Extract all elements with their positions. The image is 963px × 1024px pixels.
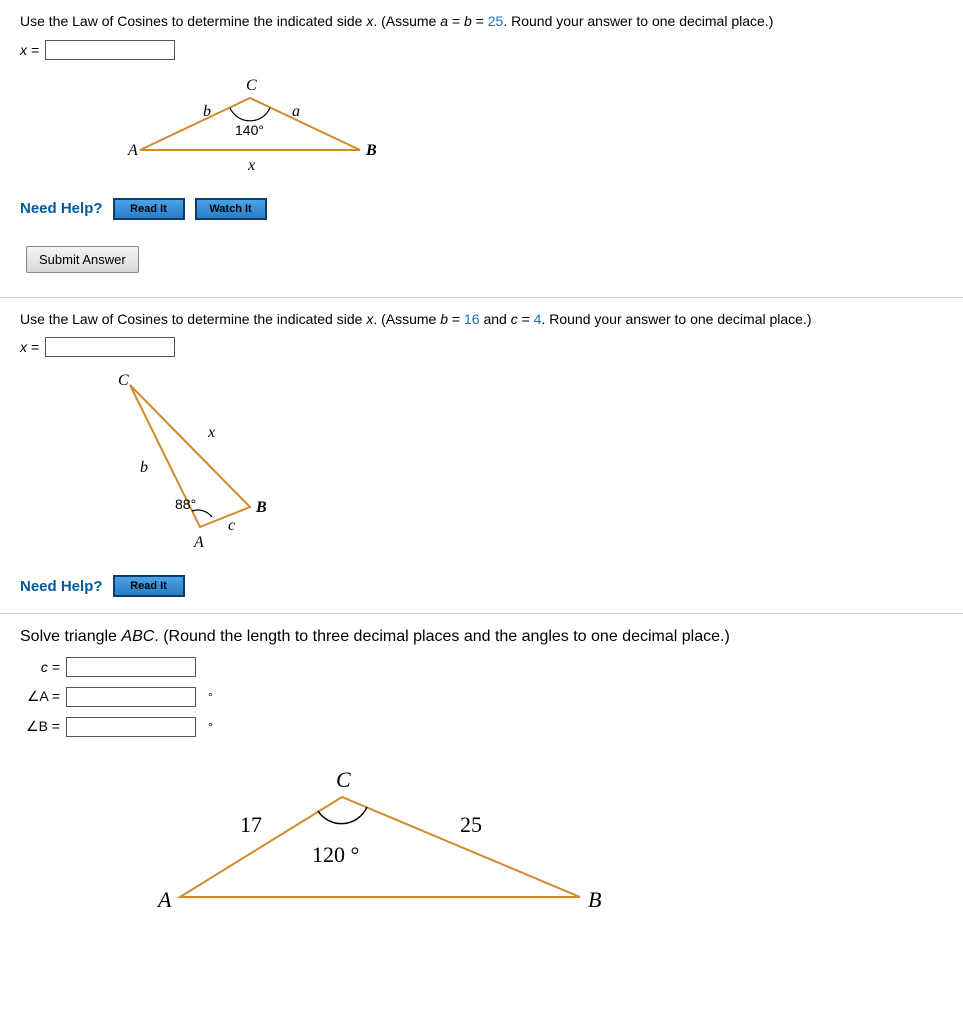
q2-help-row: Need Help? Read It [20, 575, 943, 597]
degree-symbol: ° [208, 720, 213, 734]
label-B: B [365, 142, 377, 159]
label-side-x: x [247, 157, 255, 174]
label-C: C [118, 372, 129, 389]
text: = [448, 13, 464, 29]
c-label: c = [20, 659, 60, 675]
text: and [480, 311, 511, 327]
label-A: A [156, 887, 172, 912]
q3-A-row: ∠A = ° [20, 687, 943, 707]
label-side-x: x [207, 424, 215, 441]
label-side-25: 25 [460, 812, 482, 837]
label-side-c: c [228, 517, 235, 534]
text: . (Round the length to three decimal pla… [154, 628, 729, 645]
q3-angle-A-input[interactable] [66, 687, 196, 707]
question-3: Solve triangle ABC. (Round the length to… [0, 614, 963, 956]
text: Use the Law of Cosines to determine the … [20, 311, 366, 327]
q2-figure: C B A b x c 88° [80, 367, 943, 557]
q3-triangle-svg: A B C 17 25 120 ° [140, 747, 620, 927]
question-1: Use the Law of Cosines to determine the … [0, 0, 963, 298]
label-side-17: 17 [240, 812, 262, 837]
need-help-label: Need Help? [20, 578, 103, 595]
label-side-a: a [292, 103, 300, 120]
text: Use the Law of Cosines to determine the … [20, 13, 366, 29]
q1-submit-wrap: Submit Answer [20, 240, 145, 279]
text: b [464, 13, 472, 29]
read-it-button[interactable]: Read It [113, 575, 185, 597]
label-C: C [336, 767, 351, 792]
text: ABC [121, 628, 154, 645]
angle-A-label: ∠A = [20, 688, 60, 705]
label-B: B [255, 499, 267, 516]
q3-prompt: Solve triangle ABC. (Round the length to… [20, 626, 943, 648]
read-it-button[interactable]: Read It [113, 198, 185, 220]
label-A: A [193, 534, 204, 551]
label-B: B [588, 887, 601, 912]
label-angle-88: 88° [175, 496, 196, 512]
q1-triangle-svg: A B C b a x 140° [100, 70, 400, 180]
text: a [440, 13, 448, 29]
angle-B-label: ∠B = [20, 718, 60, 735]
q1-prompt: Use the Law of Cosines to determine the … [20, 12, 943, 32]
label-angle-120: 120 ° [312, 842, 359, 867]
x-label: x = [20, 339, 39, 355]
text: = [472, 13, 488, 29]
degree-symbol: ° [208, 690, 213, 704]
question-2: Use the Law of Cosines to determine the … [0, 298, 963, 615]
q3-B-row: ∠B = ° [20, 717, 943, 737]
text: . (Assume [373, 311, 440, 327]
text: . (Assume [373, 13, 440, 29]
text: = [448, 311, 464, 327]
x-label: x = [20, 42, 39, 58]
q1-figure: A B C b a x 140° [100, 70, 943, 180]
q3-c-row: c = [20, 657, 943, 677]
watch-it-button[interactable]: Watch It [195, 198, 267, 220]
submit-answer-button[interactable]: Submit Answer [26, 246, 139, 273]
q1-help-row: Need Help? Read It Watch It [20, 198, 943, 220]
label-C: C [246, 77, 257, 94]
text: Solve triangle [20, 628, 121, 645]
q3-figure: A B C 17 25 120 ° [140, 747, 943, 927]
text: 25 [488, 13, 504, 29]
q2-x-input[interactable] [45, 337, 175, 357]
text: 16 [464, 311, 480, 327]
need-help-label: Need Help? [20, 200, 103, 217]
text: b [440, 311, 448, 327]
label-angle-140: 140° [235, 122, 264, 138]
text: . Round your answer to one decimal place… [541, 311, 811, 327]
text: . Round your answer to one decimal place… [503, 13, 773, 29]
label-A: A [127, 142, 138, 159]
q1-answer-row: x = [20, 40, 943, 60]
q2-triangle-svg: C B A b x c 88° [80, 367, 320, 557]
q3-c-input[interactable] [66, 657, 196, 677]
q2-answer-row: x = [20, 337, 943, 357]
label-side-b: b [140, 459, 148, 476]
text: c [511, 311, 518, 327]
text: = [518, 311, 534, 327]
q2-prompt: Use the Law of Cosines to determine the … [20, 310, 943, 330]
q1-x-input[interactable] [45, 40, 175, 60]
q3-angle-B-input[interactable] [66, 717, 196, 737]
label-side-b: b [203, 103, 211, 120]
